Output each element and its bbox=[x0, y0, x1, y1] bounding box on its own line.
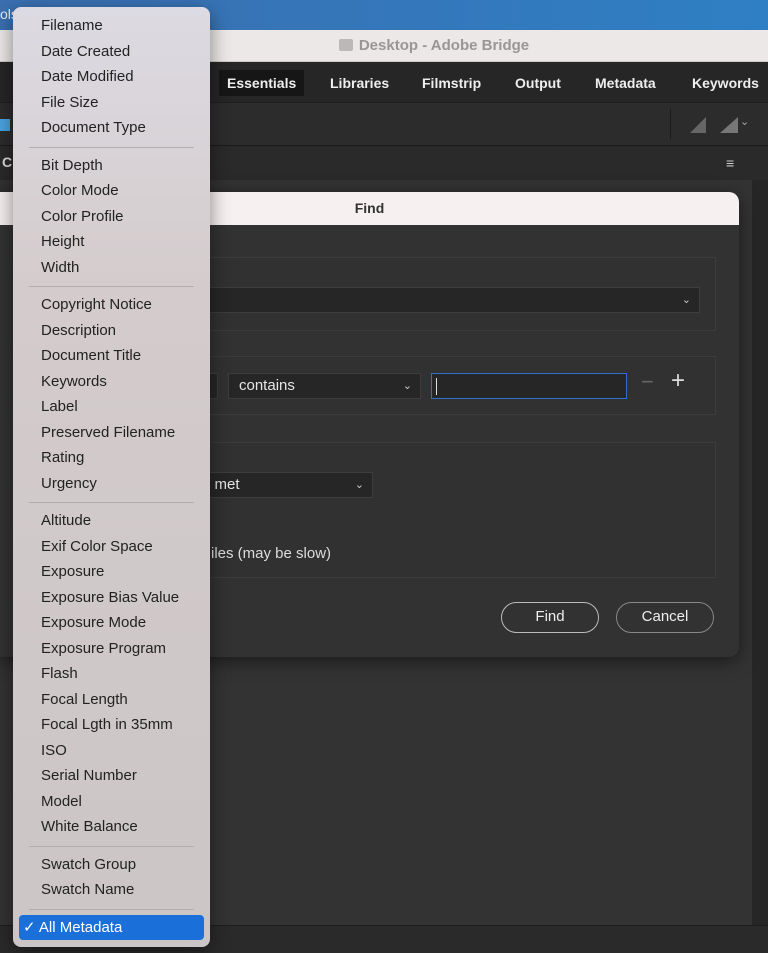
menu-item[interactable]: Document Type bbox=[13, 115, 210, 141]
include-nonindexed-label[interactable]: iles (may be slow) bbox=[211, 545, 331, 562]
menu-item[interactable]: Exposure bbox=[13, 559, 210, 585]
menu-item[interactable]: Bit Depth bbox=[13, 153, 210, 179]
menu-item[interactable]: Swatch Group bbox=[13, 852, 210, 878]
chevron-down-icon: ⌄ bbox=[354, 479, 364, 491]
menu-item[interactable]: Exposure Program bbox=[13, 636, 210, 662]
workspace-output[interactable]: Output bbox=[507, 70, 569, 96]
menu-item[interactable]: Exposure Mode bbox=[13, 610, 210, 636]
workspace-libraries[interactable]: Libraries bbox=[322, 70, 397, 96]
menu-item[interactable]: Width bbox=[13, 255, 210, 281]
match-select[interactable]: e met ⌄ bbox=[201, 472, 373, 498]
checkmark-icon: ✓ bbox=[23, 918, 36, 936]
chevron-down-icon: ⌄ bbox=[681, 294, 691, 306]
find-button[interactable]: Find bbox=[501, 602, 599, 633]
criteria-value-input[interactable] bbox=[431, 373, 627, 399]
menu-separator bbox=[29, 908, 194, 910]
menu-item[interactable]: Document Title bbox=[13, 343, 210, 369]
divider bbox=[670, 109, 671, 139]
menu-item[interactable]: Label bbox=[13, 394, 210, 420]
menu-separator bbox=[29, 286, 194, 287]
folder-icon bbox=[338, 39, 353, 51]
path-chip[interactable] bbox=[0, 119, 10, 131]
field-dropdown-menu: Filename Date Created Date Modified File Si… bbox=[13, 7, 210, 947]
remove-criteria-button[interactable]: − bbox=[641, 369, 654, 395]
menu-item[interactable]: ISO bbox=[13, 738, 210, 764]
add-criteria-button[interactable]: + bbox=[671, 367, 685, 395]
panel-tab-label[interactable]: C bbox=[2, 154, 12, 170]
menu-separator bbox=[29, 845, 194, 847]
menu-item[interactable]: Rating bbox=[13, 445, 210, 471]
menu-item[interactable]: Model bbox=[13, 789, 210, 815]
menu-item[interactable]: Copyright Notice bbox=[13, 292, 210, 318]
menu-item[interactable]: Date Modified bbox=[13, 64, 210, 90]
menu-item[interactable]: Height bbox=[13, 229, 210, 255]
menu-item[interactable]: File Size bbox=[13, 90, 210, 116]
scrollbar[interactable] bbox=[752, 180, 768, 925]
panel-menu-icon[interactable]: ≡ bbox=[726, 156, 740, 170]
menu-item[interactable]: Keywords bbox=[13, 369, 210, 395]
workspace-filmstrip[interactable]: Filmstrip bbox=[414, 70, 489, 96]
menu-item[interactable]: Focal Length bbox=[13, 687, 210, 713]
filter-quality-icon[interactable] bbox=[720, 117, 738, 133]
menu-item[interactable]: Exposure Bias Value bbox=[13, 585, 210, 611]
criteria-operator-select[interactable]: contains ⌄ bbox=[228, 373, 421, 399]
menu-item[interactable]: Swatch Name bbox=[13, 877, 210, 903]
menu-item[interactable]: Description bbox=[13, 318, 210, 344]
window-title: Desktop - Adobe Bridge bbox=[358, 37, 530, 54]
cancel-button[interactable]: Cancel bbox=[616, 602, 714, 633]
menu-item[interactable]: Focal Lgth in 35mm bbox=[13, 712, 210, 738]
text-cursor bbox=[436, 378, 437, 395]
sort-quality-icon[interactable] bbox=[690, 117, 706, 133]
chevron-down-icon[interactable]: ⌄ bbox=[740, 115, 749, 128]
source-group: ⌄ bbox=[200, 257, 716, 331]
menu-item[interactable]: White Balance bbox=[13, 814, 210, 840]
workspace-keywords[interactable]: Keywords bbox=[684, 70, 767, 96]
menu-item[interactable]: Serial Number bbox=[13, 763, 210, 789]
workspace-metadata[interactable]: Metadata bbox=[587, 70, 664, 96]
menu-item-all-metadata[interactable]: ✓ All Metadata bbox=[19, 914, 204, 940]
menu-item[interactable]: Urgency bbox=[13, 471, 210, 497]
workspace-essentials[interactable]: Essentials bbox=[219, 70, 305, 96]
chevron-down-icon: ⌄ bbox=[402, 380, 412, 392]
menu-item[interactable]: Color Profile bbox=[13, 204, 210, 230]
menu-item[interactable]: Filename bbox=[13, 13, 210, 39]
menu-item[interactable]: Flash bbox=[13, 661, 210, 687]
menu-item[interactable]: Color Mode bbox=[13, 178, 210, 204]
look-in-select[interactable]: ⌄ bbox=[201, 287, 700, 313]
menu-separator bbox=[29, 502, 194, 503]
results-group: e met ⌄ iles (may be slow) bbox=[200, 442, 716, 578]
menu-separator bbox=[29, 146, 194, 148]
menu-item[interactable]: Exif Color Space bbox=[13, 534, 210, 560]
criteria-group: contains ⌄ − + bbox=[200, 356, 716, 415]
menu-item[interactable]: Preserved Filename bbox=[13, 420, 210, 446]
menu-item[interactable]: Altitude bbox=[13, 508, 210, 534]
menu-item[interactable]: Date Created bbox=[13, 39, 210, 65]
